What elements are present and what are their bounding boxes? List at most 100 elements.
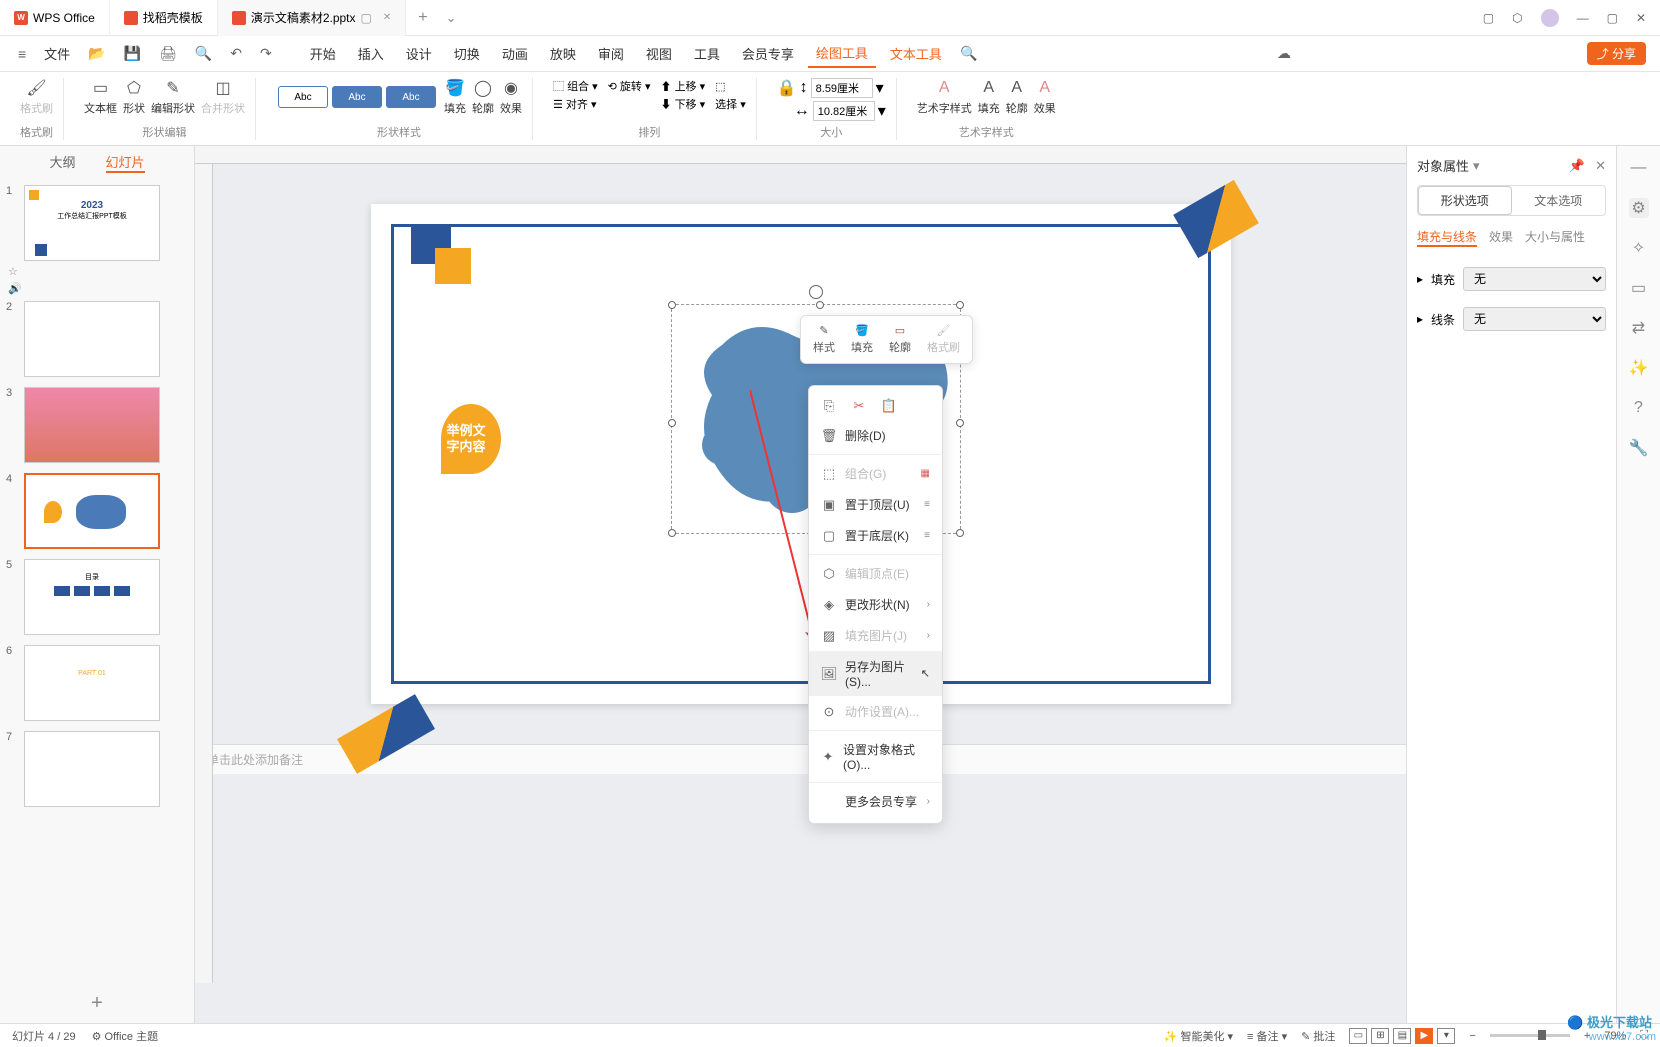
move-up-button[interactable]: ⬆ 上移 ▾ bbox=[661, 78, 706, 94]
ft-style-button[interactable]: ✎样式 bbox=[813, 324, 835, 355]
search-icon[interactable]: 🔍 bbox=[956, 41, 981, 66]
print-icon[interactable]: 🖨 bbox=[155, 41, 181, 66]
menu-transition[interactable]: 切换 bbox=[446, 40, 488, 67]
preview-icon[interactable]: 🔍 bbox=[191, 41, 216, 66]
outline-tab[interactable]: 大纲 bbox=[49, 152, 75, 173]
text-outline-button[interactable]: A轮廓 bbox=[1006, 78, 1028, 116]
pin-icon[interactable]: 📌 bbox=[1569, 158, 1585, 174]
slide-canvas[interactable]: 举例文字内容 bbox=[371, 204, 1231, 704]
resize-handle-bl[interactable] bbox=[668, 529, 676, 537]
resize-handle-br[interactable] bbox=[956, 529, 964, 537]
line-select[interactable]: 无 bbox=[1463, 307, 1606, 331]
resize-handle-tr[interactable] bbox=[956, 301, 964, 309]
zoom-out-icon[interactable]: − bbox=[1469, 1030, 1475, 1042]
minimize-icon[interactable]: — bbox=[1577, 11, 1589, 25]
layers-icon[interactable]: ▭ bbox=[1629, 278, 1649, 298]
shape-preset-1[interactable]: Abc bbox=[278, 86, 328, 108]
wordart-button[interactable]: A艺术字样式 bbox=[917, 78, 972, 116]
subtab-fill-line[interactable]: 填充与线条 bbox=[1417, 228, 1477, 247]
transition-rail-icon[interactable]: ⇄ bbox=[1629, 318, 1649, 338]
add-slide-button[interactable]: + bbox=[0, 984, 194, 1023]
undo-icon[interactable]: ↶ bbox=[226, 41, 246, 66]
menu-view[interactable]: 视图 bbox=[638, 40, 680, 67]
cut-icon[interactable]: ✂ bbox=[851, 398, 867, 414]
menu-animation[interactable]: 动画 bbox=[494, 40, 536, 67]
rotate-button[interactable]: ⟲ 旋转 ▾ bbox=[608, 78, 651, 94]
slide-thumb-2[interactable] bbox=[24, 301, 160, 377]
menu-vip[interactable]: 会员专享 bbox=[734, 40, 802, 67]
tab-docer[interactable]: 找稻壳模板 bbox=[110, 0, 218, 36]
view-sorter-icon[interactable]: ⊞ bbox=[1371, 1028, 1389, 1044]
new-tab-button[interactable]: + bbox=[406, 9, 439, 27]
outline-button[interactable]: ◯轮廓 bbox=[472, 78, 494, 116]
resize-handle-tl[interactable] bbox=[668, 301, 676, 309]
tab-document[interactable]: 演示文稿素材2.pptx ▢ ✕ bbox=[218, 0, 406, 36]
width-input[interactable] bbox=[813, 101, 875, 121]
slides-tab[interactable]: 幻灯片 bbox=[106, 152, 145, 173]
menu-review[interactable]: 审阅 bbox=[590, 40, 632, 67]
close-window-icon[interactable]: ✕ bbox=[1636, 11, 1646, 25]
theme-info[interactable]: ⚙ Office 主题 bbox=[92, 1028, 159, 1044]
slide-thumb-6[interactable]: PART 01 bbox=[24, 645, 160, 721]
group-button[interactable]: ⬚ 组合 ▾ bbox=[553, 78, 598, 94]
tab-wps[interactable]: W WPS Office bbox=[0, 0, 110, 36]
shape-preset-3[interactable]: Abc bbox=[386, 86, 436, 108]
ctx-save-as-image[interactable]: 🖼另存为图片(S)...↖ bbox=[809, 651, 942, 696]
star-rail-icon[interactable]: ✧ bbox=[1629, 238, 1649, 258]
menu-insert[interactable]: 插入 bbox=[350, 40, 392, 67]
panel-tab-shape[interactable]: 形状选项 bbox=[1418, 186, 1512, 215]
zoom-slider[interactable] bbox=[1490, 1034, 1570, 1037]
slide-thumb-1[interactable]: 2023工作总结汇报PPT模板 bbox=[24, 185, 160, 261]
animation-rail-icon[interactable]: ✨ bbox=[1629, 358, 1649, 378]
sound-icon[interactable]: 🔊 bbox=[8, 282, 188, 295]
slide-thumb-7[interactable] bbox=[24, 731, 160, 807]
slide-thumb-5[interactable]: 目录 bbox=[24, 559, 160, 635]
menu-design[interactable]: 设计 bbox=[398, 40, 440, 67]
lock-icon[interactable]: 🔒 bbox=[777, 78, 797, 98]
star-icon[interactable]: ☆ bbox=[8, 265, 188, 278]
subtab-effect[interactable]: 效果 bbox=[1489, 228, 1513, 247]
maximize-icon[interactable]: ▢ bbox=[1607, 11, 1618, 25]
ctx-delete[interactable]: 🗑删除(D) bbox=[809, 420, 942, 451]
fill-select[interactable]: 无 bbox=[1463, 267, 1606, 291]
view-slideshow-icon[interactable]: ▶ bbox=[1415, 1028, 1433, 1044]
resize-handle-t[interactable] bbox=[816, 301, 824, 309]
copy-icon[interactable]: ⎘ bbox=[821, 398, 837, 414]
text-fill-button[interactable]: A填充 bbox=[978, 78, 1000, 116]
open-icon[interactable]: 📂 bbox=[84, 41, 109, 66]
tools-icon[interactable]: 🔧 bbox=[1629, 438, 1649, 458]
subtab-size[interactable]: 大小与属性 bbox=[1525, 228, 1585, 247]
edit-shape-button[interactable]: ✎编辑形状 bbox=[151, 78, 195, 116]
ctx-send-back[interactable]: ▢置于底层(K)≡ bbox=[809, 520, 942, 551]
redo-icon[interactable]: ↷ bbox=[256, 41, 276, 66]
share-button[interactable]: ⤴ 分享 bbox=[1587, 42, 1646, 65]
height-input[interactable] bbox=[811, 78, 873, 98]
menu-drawing-tools[interactable]: 绘图工具 bbox=[808, 39, 876, 68]
file-menu[interactable]: 文件 bbox=[36, 40, 78, 67]
menu-slideshow[interactable]: 放映 bbox=[542, 40, 584, 67]
tab-mini-icon[interactable]: ▢ bbox=[361, 11, 372, 25]
resize-handle-r[interactable] bbox=[956, 419, 964, 427]
rotate-handle[interactable] bbox=[809, 285, 823, 299]
notes-button[interactable]: ≡ 备注 ▾ bbox=[1247, 1028, 1287, 1044]
beautify-button[interactable]: ✨ 智能美化 ▾ bbox=[1164, 1028, 1233, 1044]
cloud-icon[interactable]: ☁ bbox=[1273, 41, 1295, 66]
slide-list[interactable]: 12023工作总结汇报PPT模板 ☆🔊 2 3 4 5目录 6PART 01 7 bbox=[0, 179, 194, 984]
ft-outline-button[interactable]: ▭轮廓 bbox=[889, 324, 911, 355]
view-dropdown[interactable]: ▾ bbox=[1437, 1028, 1455, 1044]
comments-button[interactable]: ✎ 批注 bbox=[1301, 1028, 1335, 1044]
close-icon[interactable]: ✕ bbox=[383, 12, 391, 23]
collapse-icon[interactable]: — bbox=[1629, 158, 1649, 178]
shape-preset-2[interactable]: Abc bbox=[332, 86, 382, 108]
cube-icon[interactable]: ⬡ bbox=[1512, 11, 1522, 25]
panel-tab-text[interactable]: 文本选项 bbox=[1512, 186, 1606, 215]
user-avatar[interactable] bbox=[1541, 9, 1559, 27]
select-button[interactable]: ⬚ bbox=[715, 80, 746, 93]
expand-fill-icon[interactable]: ▸ bbox=[1417, 272, 1423, 286]
slide-thumb-3[interactable] bbox=[24, 387, 160, 463]
ft-fill-button[interactable]: 🪣填充 bbox=[851, 324, 873, 355]
textbox-button[interactable]: ▭文本框 bbox=[84, 78, 117, 116]
ctx-format-object[interactable]: ✦设置对象格式(O)... bbox=[809, 734, 942, 779]
menu-home[interactable]: 开始 bbox=[302, 40, 344, 67]
tab-overflow[interactable]: ⌄ bbox=[440, 10, 463, 26]
